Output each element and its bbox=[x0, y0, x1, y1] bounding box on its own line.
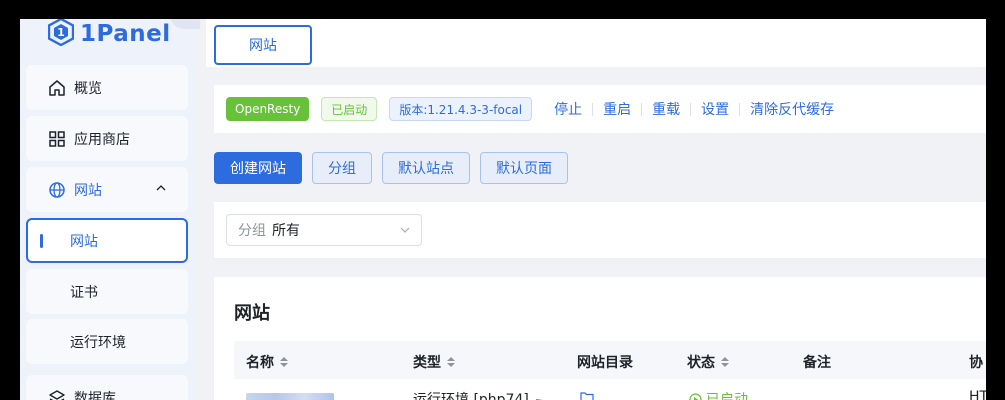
sidebar-item-app-store[interactable]: 应用商店 bbox=[26, 116, 188, 161]
column-header-type[interactable]: 类型 bbox=[413, 352, 456, 372]
play-circle-icon bbox=[689, 392, 702, 400]
folder-icon[interactable] bbox=[580, 391, 594, 400]
sidebar-item-runtime[interactable]: 运行环境 bbox=[26, 319, 188, 364]
filter-card: 分组 所有 bbox=[214, 202, 986, 258]
logo-text: 1Panel bbox=[80, 21, 171, 47]
globe-icon bbox=[48, 181, 66, 199]
sidebar-item-overview[interactable]: 概览 bbox=[26, 65, 188, 110]
svg-text:1: 1 bbox=[57, 26, 65, 39]
default-site-button[interactable]: 默认站点 bbox=[382, 152, 470, 184]
website-table-card: 网站 名称 类型 网站目录 状态 备注 协 运行环境 [php74] 已启动 H… bbox=[214, 277, 986, 400]
tab-strip: 网站 bbox=[206, 19, 986, 67]
chevron-up-icon bbox=[154, 181, 168, 195]
logo[interactable]: 1 1Panel bbox=[47, 19, 171, 50]
row-type: 运行环境 [php74] bbox=[413, 392, 529, 400]
create-website-button[interactable]: 创建网站 bbox=[214, 152, 302, 184]
select-prefix: 分组 bbox=[238, 223, 266, 239]
sidebar-item-label: 概览 bbox=[74, 80, 102, 97]
divider bbox=[592, 102, 594, 116]
sort-icon bbox=[446, 356, 456, 368]
layers-icon bbox=[48, 389, 66, 400]
app-name-tag: OpenResty bbox=[226, 97, 310, 121]
active-indicator bbox=[40, 234, 43, 248]
sidebar-group-website[interactable]: 网站 bbox=[26, 167, 188, 212]
column-header-name[interactable]: 名称 bbox=[246, 352, 289, 372]
app-status-bar: OpenResty 已启动 版本:1.21.4.3-3-focal 停止 重启 … bbox=[214, 85, 986, 133]
select-value: 所有 bbox=[272, 223, 300, 239]
divider bbox=[641, 102, 643, 116]
row-status[interactable]: 已启动 bbox=[689, 389, 748, 400]
sidebar-item-label: 运行环境 bbox=[70, 334, 126, 351]
table-title: 网站 bbox=[234, 303, 270, 324]
table-row[interactable]: 运行环境 [php74] 已启动 HT bbox=[234, 379, 986, 400]
sidebar-item-label: 证书 bbox=[70, 284, 98, 301]
sidebar-item-label: 网站 bbox=[70, 233, 98, 250]
clear-proxy-cache-button[interactable]: 清除反代缓存 bbox=[750, 99, 834, 119]
sidebar-item-websites[interactable]: 网站 bbox=[26, 218, 188, 263]
column-header-remark: 备注 bbox=[803, 355, 831, 371]
column-header-protocol: 协 bbox=[969, 355, 983, 371]
restart-button[interactable]: 重启 bbox=[603, 99, 631, 119]
toolbar: 创建网站 分组 默认站点 默认页面 bbox=[214, 152, 568, 184]
tab-websites[interactable]: 网站 bbox=[214, 25, 312, 65]
home-icon bbox=[48, 79, 66, 97]
logo-notch-decoration bbox=[170, 19, 200, 29]
grid-icon bbox=[48, 130, 66, 148]
default-page-button[interactable]: 默认页面 bbox=[480, 152, 568, 184]
settings-button[interactable]: 设置 bbox=[701, 99, 729, 119]
main-content: 网站 OpenResty 已启动 版本:1.21.4.3-3-focal 停止 … bbox=[206, 19, 986, 400]
sort-icon bbox=[720, 356, 730, 368]
column-header-status[interactable]: 状态 bbox=[687, 352, 730, 372]
chevron-down-icon bbox=[399, 224, 411, 236]
group-button[interactable]: 分组 bbox=[312, 152, 372, 184]
sidebar: 1 1Panel 概览 应用商店 网站 网站 证书 运行环境 数据库 bbox=[20, 19, 200, 400]
stop-button[interactable]: 停止 bbox=[554, 99, 582, 119]
reload-button[interactable]: 重载 bbox=[652, 99, 680, 119]
divider bbox=[690, 102, 692, 116]
sidebar-item-database[interactable]: 数据库 bbox=[26, 375, 188, 400]
logo-mark-icon: 1 bbox=[47, 19, 75, 50]
sidebar-item-label: 网站 bbox=[74, 182, 102, 199]
sort-icon bbox=[279, 356, 289, 368]
table-header: 名称 类型 网站目录 状态 备注 协 bbox=[234, 341, 986, 379]
row-protocol: HT bbox=[969, 389, 986, 400]
column-header-site-dir: 网站目录 bbox=[577, 355, 633, 371]
status-badge: 已启动 bbox=[321, 97, 378, 121]
arrow-indicator-icon bbox=[536, 393, 552, 400]
version-tag: 版本:1.21.4.3-3-focal bbox=[389, 97, 533, 121]
site-name-redacted[interactable] bbox=[246, 393, 334, 400]
group-filter-select[interactable]: 分组 所有 bbox=[226, 214, 422, 246]
sidebar-item-certificates[interactable]: 证书 bbox=[26, 269, 188, 314]
divider bbox=[739, 102, 741, 116]
sidebar-item-label: 数据库 bbox=[74, 390, 116, 400]
sidebar-item-label: 应用商店 bbox=[74, 131, 130, 148]
app-window: 1 1Panel 概览 应用商店 网站 网站 证书 运行环境 数据库 网站 Op… bbox=[20, 19, 986, 400]
